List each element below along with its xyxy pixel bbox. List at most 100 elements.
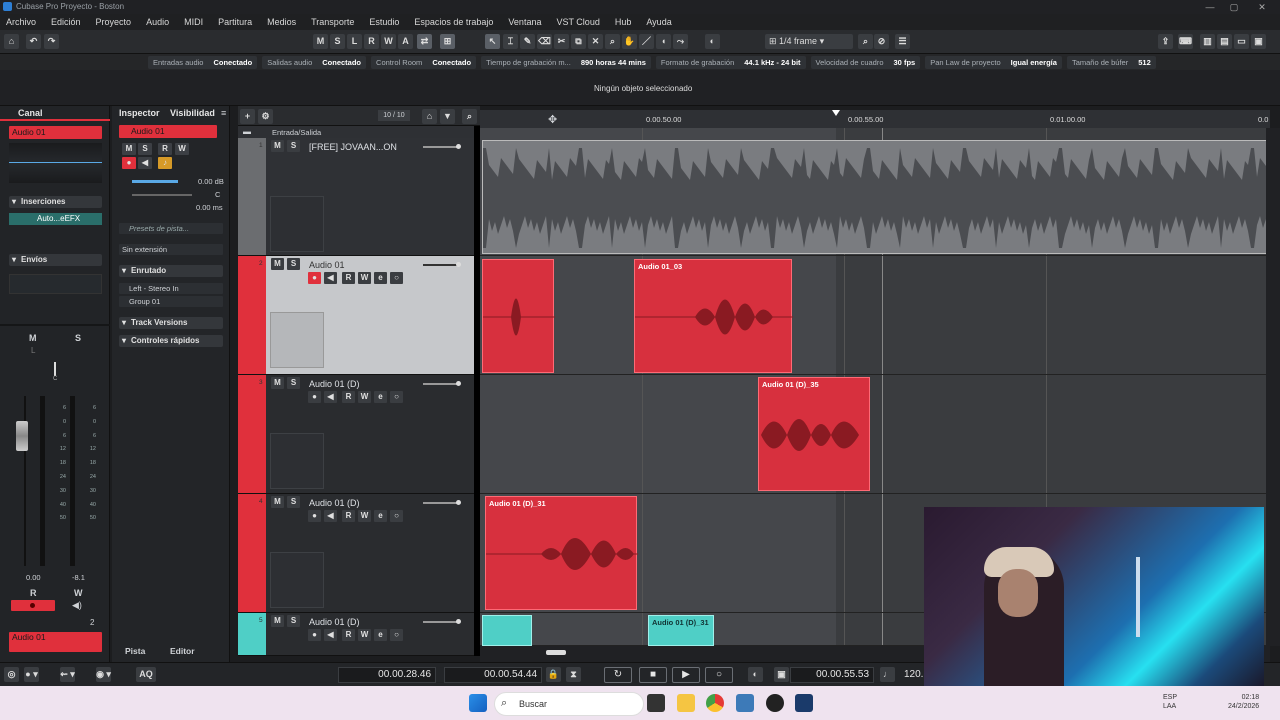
snap-icon[interactable]: ⊞ [440, 34, 455, 49]
track-volume-slider[interactable] [423, 500, 461, 505]
channel-eq-display[interactable] [9, 143, 102, 183]
track-mute-button[interactable]: M [271, 258, 284, 270]
obs-icon[interactable] [766, 694, 784, 712]
insp-monitor-icon[interactable]: ◀ [138, 157, 152, 169]
track-mute-button[interactable]: M [271, 615, 284, 627]
menu-partitura[interactable]: Partitura [218, 17, 252, 27]
inserts-header[interactable]: Inserciones [9, 196, 102, 208]
scroll-thumb[interactable] [546, 650, 566, 655]
punch-icon[interactable]: ⧗ [566, 667, 581, 682]
track-edit-icon[interactable]: e [374, 629, 387, 641]
track-mute-button[interactable]: M [271, 140, 284, 152]
menu-edicion[interactable]: Edición [51, 17, 81, 27]
track-freeze-icon[interactable]: ○ [390, 629, 403, 641]
vertical-scrollbar[interactable] [1266, 128, 1280, 646]
write-button[interactable]: W [381, 34, 396, 49]
redo-icon[interactable]: ↷ [44, 34, 59, 49]
insp-solo-button[interactable]: S [138, 143, 152, 155]
track-write-button[interactable]: W [358, 391, 371, 403]
menu-ayuda[interactable]: Ayuda [646, 17, 671, 27]
track-versions-header[interactable]: Track Versions [119, 317, 223, 329]
track-name[interactable]: Audio 01 (D) [309, 379, 360, 389]
lock-icon[interactable]: ⌂ [422, 109, 437, 124]
track-4-header[interactable]: 4 M S Audio 01 (D) ● ◀ R W e ○ [238, 494, 474, 613]
track-record-button[interactable]: ● [308, 510, 321, 522]
quantize-icon[interactable]: ⊘ [874, 34, 889, 49]
file-explorer-icon[interactable] [677, 694, 695, 712]
listen-button[interactable]: L [31, 346, 35, 355]
track-3-header[interactable]: 3 M S Audio 01 (D) ● ◀ R W e ○ [238, 375, 474, 494]
mute-button[interactable]: M [29, 333, 37, 343]
insp-read-button[interactable]: R [158, 143, 172, 155]
home-icon[interactable]: ⌂ [4, 34, 19, 49]
track-write-button[interactable]: W [358, 510, 371, 522]
monitor-icon[interactable]: ◀) [72, 600, 82, 611]
cubase-taskbar-icon[interactable] [795, 694, 813, 712]
menu-vstcloud[interactable]: VST Cloud [556, 17, 599, 27]
solo-all-button[interactable]: S [330, 34, 345, 49]
track-read-button[interactable]: R [342, 510, 355, 522]
track-name[interactable]: Audio 01 [309, 260, 345, 270]
menu-audio[interactable]: Audio [146, 17, 169, 27]
track-edit-icon[interactable]: e [374, 391, 387, 403]
inspector-menu-icon[interactable]: ≡ [221, 108, 226, 118]
status-pan-law[interactable]: Pan Law de proyecto Igual energía [925, 55, 1062, 69]
glue-tool-icon[interactable]: ⧉ [571, 34, 586, 49]
left-locator[interactable]: 00.00.28.46 [338, 667, 436, 683]
stop-button[interactable]: ■ [639, 667, 667, 683]
status-record-format[interactable]: Formato de grabación 44.1 kHz - 24 bit [655, 55, 806, 69]
track-monitor-icon[interactable]: ◀ [324, 510, 337, 522]
output-routing-select[interactable]: Group 01 [119, 296, 223, 307]
play-tool-icon[interactable]: ◖ [656, 34, 671, 49]
cycle-record-icon[interactable]: ◐ [748, 667, 763, 682]
app-icon[interactable] [736, 694, 754, 712]
mute-all-button[interactable]: M [313, 34, 328, 49]
track-write-button[interactable]: W [358, 629, 371, 641]
audio-event-beat[interactable] [482, 140, 1269, 254]
tab-canal[interactable]: Canal [18, 108, 43, 118]
status-audio-outputs[interactable]: Salidas audio Conectado [262, 55, 367, 69]
audio-event[interactable] [482, 259, 555, 373]
input-routing-select[interactable]: Left - Stereo In [119, 283, 223, 294]
language-indicator[interactable]: ESP LAA [1163, 693, 1177, 711]
split-tool-icon[interactable]: ✂ [554, 34, 569, 49]
insp-record-button[interactable]: ● [122, 157, 136, 169]
pan-knob[interactable] [54, 362, 56, 376]
menu-hub[interactable]: Hub [615, 17, 632, 27]
track-mute-button[interactable]: M [271, 377, 284, 389]
track-record-button[interactable]: ● [308, 391, 321, 403]
track-edit-icon[interactable]: e [374, 272, 387, 284]
track-volume-slider[interactable] [423, 262, 461, 267]
autoscroll-icon[interactable]: ⇄ [417, 34, 432, 49]
menu-medios[interactable]: Medios [267, 17, 296, 27]
insp-mute-button[interactable]: M [122, 143, 136, 155]
track-solo-button[interactable]: S [287, 496, 300, 508]
metronome-icon[interactable]: ♩ [880, 667, 895, 682]
hand-tool-icon[interactable]: ✋ [622, 34, 637, 49]
play-button[interactable]: ▶ [672, 667, 700, 683]
clock[interactable]: 02:18 24/2/2026 [1228, 693, 1259, 711]
add-track-icon[interactable]: + [240, 109, 255, 124]
track-monitor-icon[interactable]: ◀ [324, 272, 337, 284]
cycle-marker-icon[interactable] [832, 110, 840, 116]
volume-fader-handle[interactable] [16, 421, 28, 451]
list-icon[interactable]: ☰ [895, 34, 910, 49]
layout-left-icon[interactable]: ▥ [1200, 34, 1215, 49]
track-record-button[interactable]: ● [308, 629, 321, 641]
track-5-header[interactable]: 5 M S Audio 01 (D) ● ◀ R W e ○ [238, 613, 474, 656]
layout-right-icon[interactable]: ▤ [1217, 34, 1232, 49]
tempo-value[interactable]: 120. [904, 669, 923, 680]
tab-visibilidad[interactable]: Visibilidad [170, 108, 215, 118]
folder-track[interactable]: ▬ Entrada/Salida [238, 126, 474, 138]
track-monitor-icon[interactable]: ◀ [324, 391, 337, 403]
filter-icon[interactable]: ▼ [440, 109, 455, 124]
position-display[interactable]: 00.00.55.53 [790, 667, 874, 683]
track-write-button[interactable]: W [358, 272, 371, 284]
autopunch-icon[interactable]: ⇜ ▾ [60, 667, 75, 682]
track-solo-button[interactable]: S [287, 615, 300, 627]
track-2-header[interactable]: 2 M S Audio 01 ● ◀ R W e ○ [238, 256, 474, 375]
track-volume-slider[interactable] [423, 381, 461, 386]
audio-event-audio-01-d-31[interactable]: Audio 01 (D)_31 [485, 496, 638, 610]
read-button[interactable]: R [364, 34, 379, 49]
record-button[interactable]: ○ [705, 667, 733, 683]
